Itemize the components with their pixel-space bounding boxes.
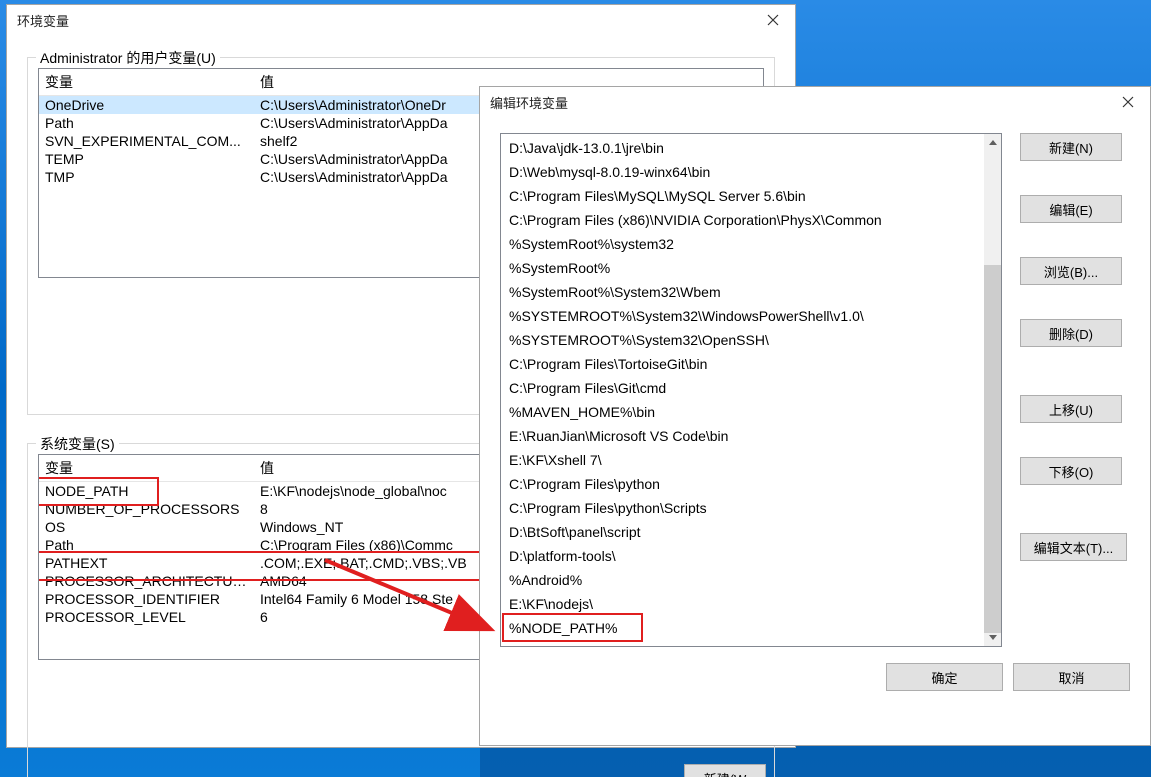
sys-vars-label: 系统变量(S) [36, 434, 119, 454]
path-entry[interactable]: C:\Program Files\MySQL\MySQL Server 5.6\… [505, 184, 981, 208]
path-entry[interactable]: D:\Java\jdk-13.0.1\jre\bin [505, 136, 981, 160]
scroll-up-icon[interactable] [984, 134, 1001, 151]
var-cell: TEMP [39, 150, 254, 168]
highlight-node-path [38, 478, 158, 505]
browse-button[interactable]: 浏览(B)... [1020, 257, 1122, 285]
ok-button[interactable]: 确定 [886, 663, 1003, 691]
delete-button[interactable]: 删除(D) [1020, 319, 1122, 347]
path-entry[interactable]: C:\Program Files (x86)\NVIDIA Corporatio… [505, 208, 981, 232]
path-entry[interactable]: C:\Program Files\python [505, 472, 981, 496]
path-entry[interactable]: D:\platform-tools\ [505, 544, 981, 568]
path-entry[interactable]: %SYSTEMROOT%\System32\OpenSSH\ [505, 328, 981, 352]
edit-path-dialog: 编辑环境变量 D:\Java\jdk-13.0.1\jre\binD:\Web\… [479, 86, 1151, 746]
var-cell: TMP [39, 168, 254, 186]
path-entry[interactable]: E:\KF\nodejs\ [505, 592, 981, 616]
var-cell: PROCESSOR_IDENTIFIER [39, 590, 254, 608]
close-icon[interactable] [1105, 87, 1150, 117]
path-entry[interactable]: %Android% [505, 568, 981, 592]
path-entry[interactable]: C:\Program Files\python\Scripts [505, 496, 981, 520]
path-entry[interactable]: %SYSTEMROOT%\System32\WindowsPowerShell\… [505, 304, 981, 328]
var-cell: PROCESSOR_LEVEL [39, 608, 254, 626]
path-entry[interactable]: E:\RuanJian\Microsoft VS Code\bin [505, 424, 981, 448]
scroll-thumb[interactable] [984, 265, 1001, 633]
var-cell: OneDrive [39, 96, 254, 115]
path-entries-list[interactable]: D:\Java\jdk-13.0.1\jre\binD:\Web\mysql-8… [500, 133, 1002, 647]
edit-path-title: 编辑环境变量 [490, 93, 568, 112]
path-entry[interactable]: E:\KF\Xshell 7\ [505, 448, 981, 472]
edit-text-button[interactable]: 编辑文本(T)... [1020, 533, 1127, 561]
edit-path-titlebar[interactable]: 编辑环境变量 [480, 87, 1150, 117]
sys-new-button[interactable]: 新建(W [684, 764, 766, 777]
path-entry[interactable]: %SystemRoot%\system32 [505, 232, 981, 256]
var-cell: Path [39, 114, 254, 132]
var-cell: SVN_EXPERIMENTAL_COM... [39, 132, 254, 150]
path-entry[interactable]: %SystemRoot%\System32\Wbem [505, 280, 981, 304]
scroll-down-icon[interactable] [984, 629, 1001, 646]
highlight-path-row [38, 552, 483, 580]
edit-button[interactable]: 编辑(E) [1020, 195, 1122, 223]
cancel-button[interactable]: 取消 [1013, 663, 1130, 691]
path-entry[interactable]: C:\Program Files\Git\cmd [505, 376, 981, 400]
path-entry[interactable]: C:\Program Files\TortoiseGit\bin [505, 352, 981, 376]
close-icon[interactable] [750, 5, 795, 35]
col-var[interactable]: 变量 [39, 69, 254, 96]
move-up-button[interactable]: 上移(U) [1020, 395, 1122, 423]
highlight-node-path-entry [503, 614, 642, 641]
path-entry[interactable]: %MAVEN_HOME%\bin [505, 400, 981, 424]
path-entry[interactable]: D:\Web\mysql-8.0.19-winx64\bin [505, 160, 981, 184]
var-cell: OS [39, 518, 254, 536]
path-entry[interactable]: %SystemRoot% [505, 256, 981, 280]
move-down-button[interactable]: 下移(O) [1020, 457, 1122, 485]
scrollbar[interactable] [984, 134, 1001, 646]
new-button[interactable]: 新建(N) [1020, 133, 1122, 161]
env-var-titlebar[interactable]: 环境变量 [7, 5, 795, 35]
env-var-title: 环境变量 [17, 11, 69, 30]
user-vars-label: Administrator 的用户变量(U) [36, 48, 220, 68]
path-entry[interactable]: D:\BtSoft\panel\script [505, 520, 981, 544]
